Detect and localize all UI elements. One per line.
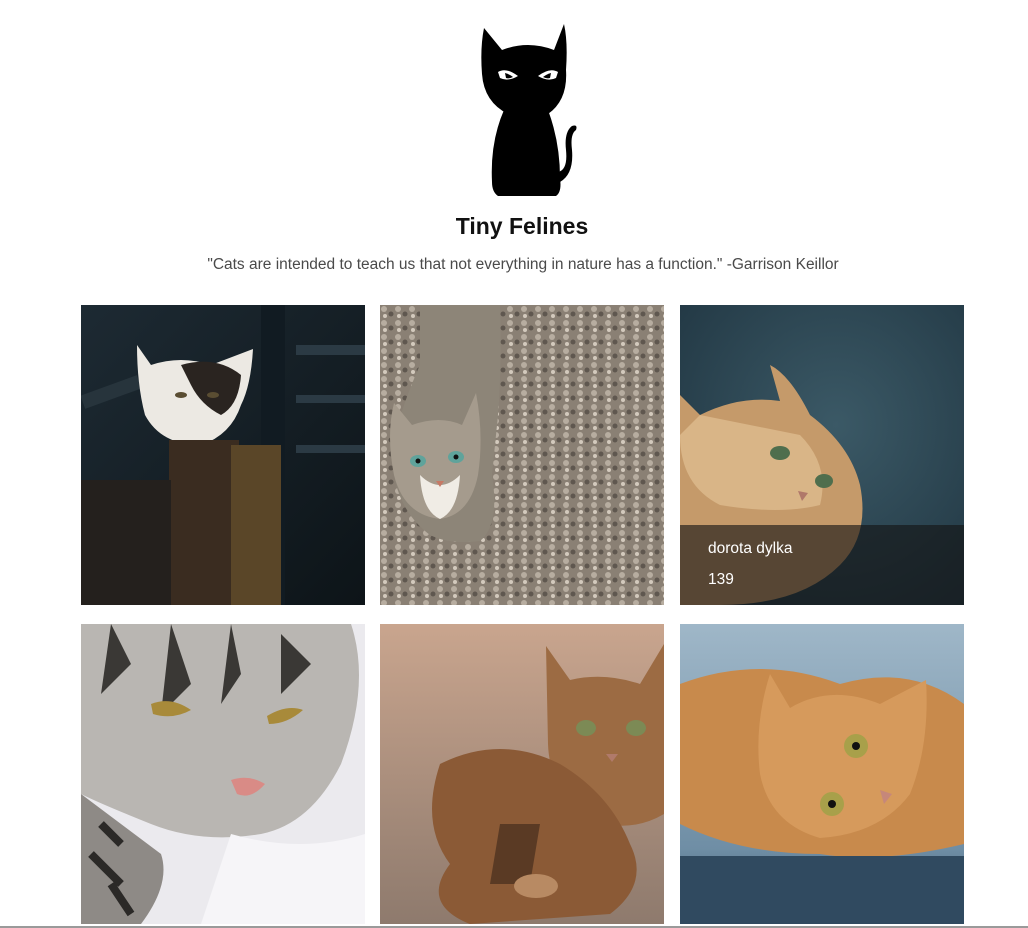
- cat-photo: [81, 305, 365, 605]
- photo-likes-count: 139: [708, 571, 734, 588]
- page-quote: "Cats are intended to teach us that not …: [207, 256, 839, 273]
- gallery-photo-6[interactable]: [680, 624, 964, 924]
- page-title: Tiny Felines: [455, 213, 589, 239]
- gallery-photo-1[interactable]: [81, 305, 365, 605]
- cat-photo: [380, 624, 664, 924]
- photo-info-overlay: dorota dylka 139: [680, 525, 964, 605]
- gallery-photo-2[interactable]: [380, 305, 664, 605]
- cat-photo: [81, 624, 365, 924]
- photo-author[interactable]: dorota dylka: [708, 540, 792, 558]
- gallery-photo-3[interactable]: dorota dylka 139: [680, 305, 964, 605]
- cat-photo: [680, 624, 964, 924]
- cat-photo: [380, 305, 664, 605]
- black-cat-silhouette-icon: [481, 24, 577, 196]
- gallery-photo-4[interactable]: [81, 624, 365, 924]
- gallery-photo-5[interactable]: [380, 624, 664, 924]
